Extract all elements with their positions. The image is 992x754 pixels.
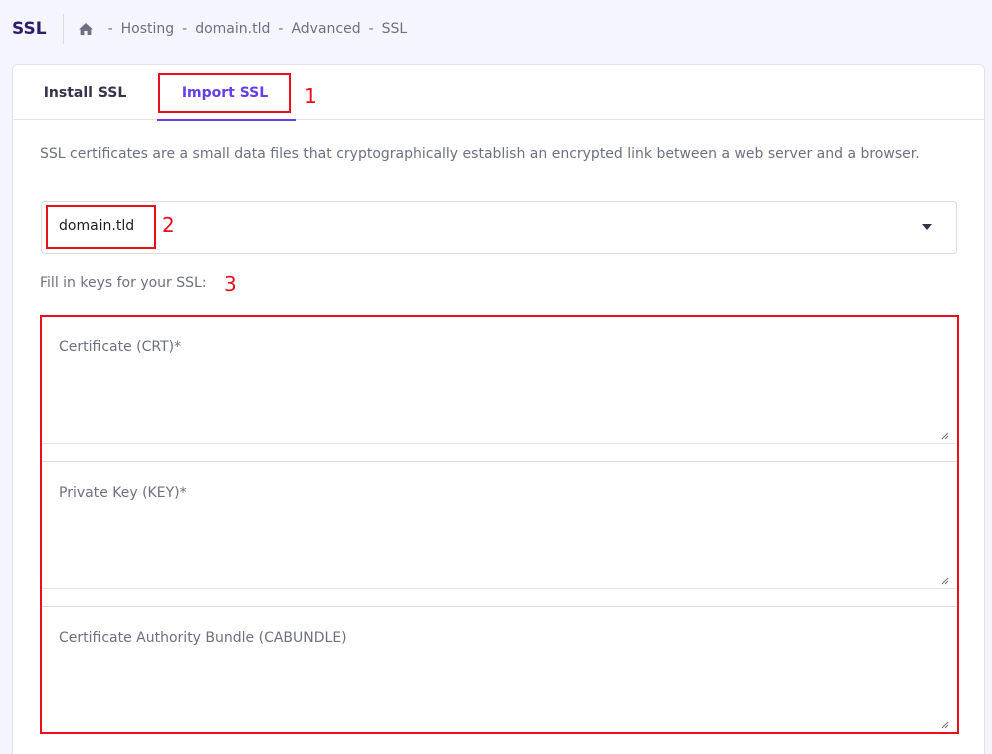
caret-down-icon: [922, 224, 932, 230]
domain-select-value: domain.tld: [59, 218, 135, 234]
ca-bundle-textarea[interactable]: Certificate Authority Bundle (CABUNDLE): [42, 608, 957, 732]
ca-bundle-label: Certificate Authority Bundle (CABUNDLE): [59, 630, 347, 646]
page-title: SSL: [12, 14, 64, 44]
breadcrumb-separator: -: [278, 21, 284, 37]
breadcrumb-item-hosting[interactable]: Hosting: [121, 21, 175, 37]
annotation-marker-1: 1: [304, 84, 317, 108]
tab-import-ssl[interactable]: Import SSL: [155, 65, 296, 121]
home-icon[interactable]: [78, 21, 94, 37]
certificate-crt-textarea[interactable]: Certificate (CRT)*: [42, 317, 957, 444]
ssl-card: Install SSL Import SSL 1 SSL certificate…: [12, 64, 985, 754]
private-key-textarea[interactable]: Private Key (KEY)*: [42, 463, 957, 589]
breadcrumb-item-ssl: SSL: [381, 21, 408, 37]
breadcrumb-item-advanced[interactable]: Advanced: [291, 21, 360, 37]
resize-grip-icon[interactable]: [941, 425, 949, 440]
resize-grip-icon[interactable]: [941, 570, 949, 585]
top-bar: SSL - Hosting - domain.tld - Advanced - …: [0, 0, 992, 58]
annotation-marker-2: 2: [162, 213, 175, 237]
domain-select[interactable]: domain.tld: [41, 201, 957, 254]
annotation-marker-3: 3: [224, 272, 237, 296]
field-separator: [42, 589, 957, 607]
breadcrumb: - Hosting - domain.tld - Advanced - SSL: [64, 21, 408, 37]
field-separator: [42, 444, 957, 462]
breadcrumb-separator: -: [182, 21, 188, 37]
private-key-label: Private Key (KEY)*: [59, 485, 187, 501]
tab-bar: Install SSL Import SSL: [13, 65, 984, 121]
fill-keys-label: Fill in keys for your SSL:: [40, 275, 207, 291]
ssl-description: SSL certificates are a small data files …: [40, 146, 920, 162]
breadcrumb-separator: -: [107, 21, 113, 37]
breadcrumb-item-domain[interactable]: domain.tld: [195, 21, 270, 37]
breadcrumb-separator: -: [368, 21, 374, 37]
certificate-crt-label: Certificate (CRT)*: [59, 339, 182, 355]
tab-install-ssl[interactable]: Install SSL: [33, 65, 137, 120]
resize-grip-icon[interactable]: [941, 714, 949, 729]
